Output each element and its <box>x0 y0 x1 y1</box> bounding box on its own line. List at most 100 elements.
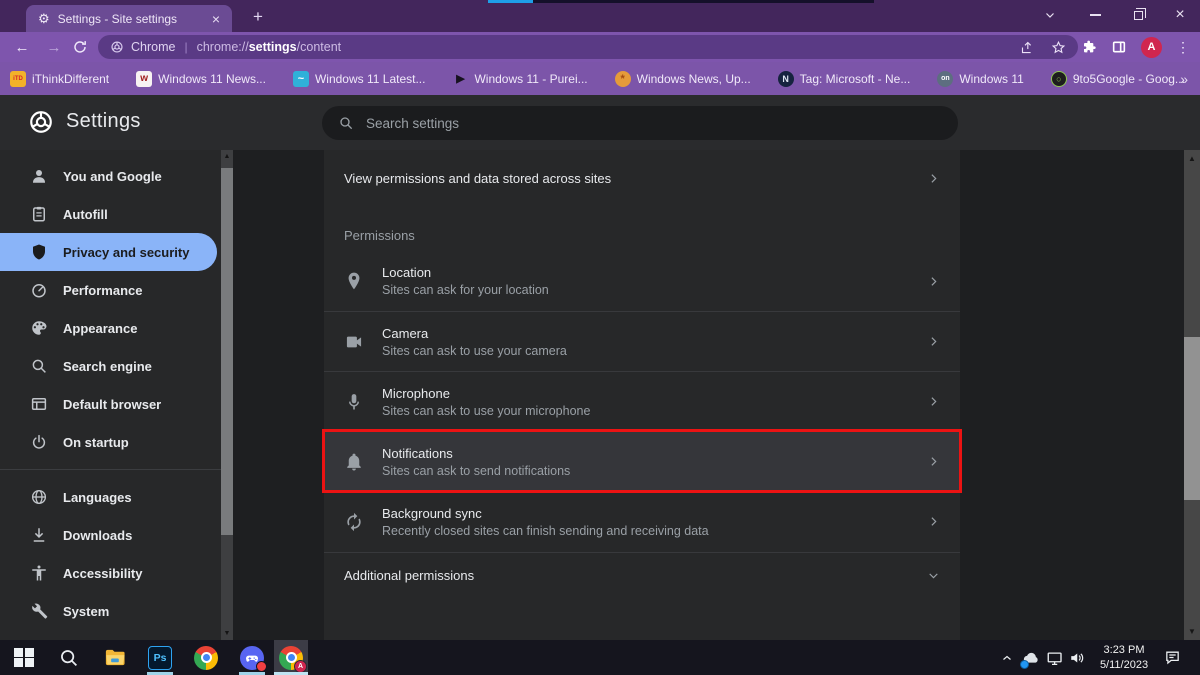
bookmark-windows-11-latest[interactable]: ~ Windows 11 Latest... <box>293 71 426 87</box>
hidden-icons-chevron-icon[interactable] <box>998 640 1016 675</box>
folder-icon <box>103 646 126 669</box>
page-scrollbar-thumb[interactable] <box>1184 337 1200 500</box>
back-icon[interactable]: ← <box>8 32 36 62</box>
permission-row-background-sync[interactable]: Background syncRecently closed sites can… <box>324 491 960 551</box>
sidebar-item-performance[interactable]: Performance <box>0 271 217 309</box>
taskbar-clock[interactable]: 3:23 PM 5/11/2023 <box>1092 640 1156 675</box>
address-bar[interactable]: Chrome | chrome://settings/content <box>98 35 1078 59</box>
photoshop-icon: Ps <box>148 646 172 670</box>
person-icon <box>30 167 48 185</box>
sidebar-item-accessibility[interactable]: Accessibility <box>0 554 217 592</box>
side-panel-icon[interactable] <box>1111 39 1127 55</box>
sidebar-scrollbar-thumb[interactable] <box>221 168 233 535</box>
taskbar-search-button[interactable] <box>50 640 86 675</box>
additional-permissions-row[interactable]: Additional permissions <box>324 552 960 598</box>
chevron-right-icon <box>927 395 940 408</box>
bookmark-label: 9to5Google - Goog... <box>1073 72 1185 86</box>
bookmark-favicon: N <box>778 71 794 87</box>
chrome-settings-logo-icon <box>28 109 54 135</box>
sidebar-item-on-startup[interactable]: On startup <box>0 423 217 461</box>
permission-subtitle: Sites can ask to use your microphone <box>382 404 590 418</box>
chrome-button[interactable] <box>188 640 224 675</box>
accessibility-icon <box>30 564 48 582</box>
volume-icon[interactable] <box>1066 640 1090 675</box>
sidebar-item-partial[interactable] <box>0 630 217 640</box>
permission-title: Notifications <box>382 446 570 461</box>
bookmark-star-icon[interactable] <box>1051 40 1066 55</box>
scroll-down-icon[interactable]: ▼ <box>1184 627 1200 636</box>
bookmarks-bar: iTDiThinkDifferent wWindows 11 News... ~ Wi… <box>0 62 1200 95</box>
file-explorer-button[interactable] <box>96 640 132 675</box>
new-tab-button[interactable]: + <box>246 7 270 27</box>
photoshop-button[interactable]: Ps <box>142 640 178 675</box>
reload-icon[interactable] <box>72 39 88 55</box>
chrome-profile-button-active[interactable]: A <box>274 640 308 675</box>
power-icon <box>30 433 48 451</box>
tab-search-chevron-icon[interactable] <box>1030 0 1070 30</box>
sidebar-item-you-and-google[interactable]: You and Google <box>0 157 217 195</box>
page-title: Settings <box>66 110 141 133</box>
bookmark-tag-microsoft-ne[interactable]: NTag: Microsoft - Ne... <box>778 71 911 87</box>
bookmark-windows-11-purei[interactable]: ▶Windows 11 - Purei... <box>452 71 587 87</box>
bookmark-favicon: * <box>615 71 631 87</box>
sidebar-item-default-browser[interactable]: Default browser <box>0 385 217 423</box>
restore-button[interactable] <box>1118 0 1158 30</box>
sidebar-item-autofill[interactable]: Autofill <box>0 195 217 233</box>
sidebar-item-system[interactable]: System <box>0 592 217 630</box>
bookmarks-overflow-icon[interactable]: » <box>1180 62 1188 95</box>
bell-icon <box>344 452 364 472</box>
browser-toolbar: ← → Chrome | chrome://settings/content <box>0 32 1200 62</box>
permission-row-notifications[interactable]: NotificationsSites can ask to send notif… <box>324 431 960 491</box>
permission-subtitle: Recently closed sites can finish sending… <box>382 524 709 538</box>
minimize-button[interactable] <box>1075 0 1115 30</box>
forward-icon[interactable]: → <box>40 32 68 62</box>
onedrive-icon[interactable] <box>1019 640 1043 675</box>
network-icon[interactable] <box>1043 640 1067 675</box>
tab-close-icon[interactable]: × <box>208 11 224 27</box>
settings-sidebar: You and GoogleAutofillPrivacy and securi… <box>0 150 221 640</box>
sidebar-scrollbar[interactable]: ▲ ▼ <box>221 150 233 640</box>
profile-avatar[interactable]: A <box>1141 37 1162 58</box>
discord-button[interactable] <box>234 640 270 675</box>
camera-icon <box>344 332 364 352</box>
bookmark-label: Windows 11 Latest... <box>315 72 426 86</box>
chrome-icon: A <box>279 646 303 670</box>
chevron-right-icon <box>927 275 940 288</box>
site-chip-label: Chrome <box>131 40 175 54</box>
bookmark-windows-11-news[interactable]: wWindows 11 News... <box>136 71 266 87</box>
bookmark-ithinkdifferent[interactable]: iTDiThinkDifferent <box>10 71 109 87</box>
sidebar-item-label: System <box>63 604 109 619</box>
sidebar-item-languages[interactable]: Languages <box>0 478 217 516</box>
three-dot-menu-icon[interactable]: ⋮ <box>1176 39 1190 56</box>
clock-time: 3:23 PM <box>1104 643 1145 657</box>
extensions-puzzle-icon[interactable] <box>1081 39 1097 55</box>
scroll-up-icon[interactable]: ▲ <box>221 153 233 160</box>
speed-icon <box>30 281 48 299</box>
settings-search[interactable] <box>322 106 958 140</box>
bookmark-windows-11[interactable]: onWindows 11 <box>937 71 1023 87</box>
page-scrollbar[interactable]: ▲ ▼ <box>1184 150 1200 640</box>
scroll-up-icon[interactable]: ▲ <box>1184 154 1200 163</box>
chevron-right-icon <box>927 455 940 468</box>
sidebar-item-appearance[interactable]: Appearance <box>0 309 217 347</box>
sidebar-item-privacy-and-security[interactable]: Privacy and security <box>0 233 217 271</box>
permission-row-location[interactable]: LocationSites can ask for your location <box>324 251 960 311</box>
permission-row-microphone[interactable]: MicrophoneSites can ask to use your micr… <box>324 371 960 431</box>
bookmark-windows-news-up[interactable]: *Windows News, Up... <box>615 71 751 87</box>
sidebar-item-search-engine[interactable]: Search engine <box>0 347 217 385</box>
view-permissions-row[interactable]: View permissions and data stored across … <box>324 154 960 202</box>
start-button[interactable] <box>6 640 42 675</box>
bookmark-9to5google-goog[interactable]: ○9to5Google - Goog... <box>1051 71 1185 87</box>
permission-row-camera[interactable]: CameraSites can ask to use your camera <box>324 311 960 371</box>
share-icon[interactable] <box>1020 40 1035 55</box>
action-center-icon[interactable] <box>1158 640 1186 675</box>
sidebar-item-label: Appearance <box>63 321 137 336</box>
bookmark-favicon: ~ <box>293 71 309 87</box>
view-permissions-label: View permissions and data stored across … <box>344 171 611 186</box>
settings-header: Settings <box>0 95 1200 150</box>
scroll-down-icon[interactable]: ▼ <box>221 630 233 637</box>
sidebar-item-downloads[interactable]: Downloads <box>0 516 217 554</box>
search-settings-input[interactable] <box>366 116 942 131</box>
window-close-button[interactable]: × <box>1160 0 1200 30</box>
browser-tab[interactable]: ⚙ Settings - Site settings × <box>26 5 232 32</box>
